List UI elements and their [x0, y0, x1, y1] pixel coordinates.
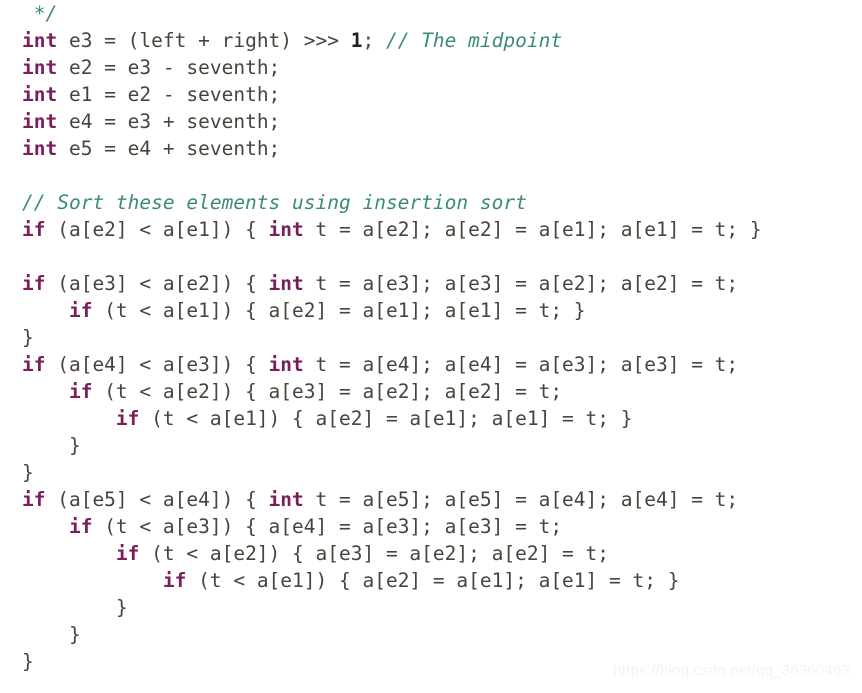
code-line: if (t < a[e1]) { a[e2] = a[e1]; a[e1] = … [0, 297, 862, 324]
code-line: } [0, 648, 862, 675]
code-token-plain: } [22, 623, 81, 646]
code-token-kw: int [268, 218, 304, 241]
code-token-plain: (t < a[e1]) { a[e2] = a[e1]; a[e1] = t; … [92, 299, 586, 322]
code-token-plain: e2 = e3 - seventh; [57, 56, 281, 79]
code-line: } [0, 621, 862, 648]
code-line: } [0, 432, 862, 459]
code-line: if (t < a[e2]) { a[e3] = a[e2]; a[e2] = … [0, 378, 862, 405]
code-line: int e4 = e3 + seventh; [0, 108, 862, 135]
code-listing[interactable]: */int e3 = (left + right) >>> 1; // The … [0, 0, 862, 675]
code-token-plain: } [22, 326, 34, 349]
code-token-plain: t = a[e2]; a[e2] = a[e1]; a[e1] = t; } [303, 218, 762, 241]
code-token-kw: int [22, 110, 58, 133]
code-token-kw: int [22, 83, 58, 106]
code-token-plain: t = a[e3]; a[e3] = a[e2]; a[e2] = t; [303, 272, 739, 295]
code-token-kw: int [22, 56, 58, 79]
code-token-kw: int [268, 353, 304, 376]
code-token-plain: (a[e2] < a[e1]) { [45, 218, 269, 241]
code-line: int e3 = (left + right) >>> 1; // The mi… [0, 27, 862, 54]
code-token-kw: if [68, 515, 93, 538]
code-line: int e5 = e4 + seventh; [0, 135, 862, 162]
code-token-kw: if [22, 218, 46, 241]
code-token-plain: (t < a[e1]) { a[e2] = a[e1]; a[e1] = t; … [186, 569, 680, 592]
code-token-kw: if [22, 272, 46, 295]
code-token-plain: (a[e5] < a[e4]) { [45, 488, 269, 511]
code-line: if (t < a[e1]) { a[e2] = a[e1]; a[e1] = … [0, 405, 862, 432]
code-line: if (t < a[e2]) { a[e3] = a[e2]; a[e2] = … [0, 540, 862, 567]
code-editor-surface[interactable]: */int e3 = (left + right) >>> 1; // The … [0, 0, 862, 693]
code-line: // Sort these elements using insertion s… [0, 189, 862, 216]
code-token-kw: if [68, 299, 93, 322]
code-line: int e1 = e2 - seventh; [0, 81, 862, 108]
code-line: if (a[e3] < a[e2]) { int t = a[e3]; a[e3… [0, 270, 862, 297]
code-token-kw: int [22, 137, 58, 160]
code-token-plain: t = a[e5]; a[e5] = a[e4]; a[e4] = t; [303, 488, 739, 511]
code-token-plain: e1 = e2 - seventh; [57, 83, 281, 106]
code-line: if (a[e5] < a[e4]) { int t = a[e5]; a[e5… [0, 486, 862, 513]
code-token-kw: if [68, 380, 93, 403]
code-token-plain: (a[e4] < a[e3]) { [45, 353, 269, 376]
code-line: } [0, 324, 862, 351]
code-token-plain: e5 = e4 + seventh; [57, 137, 281, 160]
code-line: } [0, 594, 862, 621]
code-token-kw: if [22, 488, 46, 511]
code-token-cmt: */ [33, 2, 58, 25]
code-line: int e2 = e3 - seventh; [0, 54, 862, 81]
code-line: if (a[e2] < a[e1]) { int t = a[e2]; a[e2… [0, 216, 862, 243]
code-token-plain: } [22, 434, 81, 457]
code-token-num: 1 [350, 29, 363, 52]
code-token-cmt: // Sort these elements using insertion s… [22, 191, 527, 214]
code-token-plain: } [22, 650, 34, 673]
code-line: } [0, 459, 862, 486]
code-token-plain: (t < a[e1]) { a[e2] = a[e1]; a[e1] = t; … [139, 407, 633, 430]
code-token-kw: if [162, 569, 187, 592]
code-line: if (t < a[e3]) { a[e4] = a[e3]; a[e3] = … [0, 513, 862, 540]
code-token-kw: int [268, 272, 304, 295]
code-token-plain: (t < a[e3]) { a[e4] = a[e3]; a[e3] = t; [92, 515, 563, 538]
code-token-plain: (t < a[e2]) { a[e3] = a[e2]; a[e2] = t; [92, 380, 563, 403]
code-token-kw: if [115, 542, 140, 565]
code-token-plain: } [22, 461, 34, 484]
code-token-plain: ; [362, 29, 386, 52]
code-token-plain: } [22, 596, 128, 619]
code-line: if (t < a[e1]) { a[e2] = a[e1]; a[e1] = … [0, 567, 862, 594]
code-token-plain: t = a[e4]; a[e4] = a[e3]; a[e3] = t; [303, 353, 739, 376]
code-token-plain: (t < a[e2]) { a[e3] = a[e2]; a[e2] = t; [139, 542, 610, 565]
code-line: if (a[e4] < a[e3]) { int t = a[e4]; a[e4… [0, 351, 862, 378]
code-token-kw: if [115, 407, 140, 430]
code-token-plain: e4 = e3 + seventh; [57, 110, 281, 133]
code-token-kw: if [22, 353, 46, 376]
code-token-kw: int [268, 488, 304, 511]
code-token-plain: (a[e3] < a[e2]) { [45, 272, 269, 295]
code-token-plain: e3 = (left + right) >>> [57, 29, 351, 52]
code-line: */ [0, 0, 862, 27]
code-token-cmt: // The midpoint [385, 29, 563, 52]
code-token-kw: int [22, 29, 58, 52]
